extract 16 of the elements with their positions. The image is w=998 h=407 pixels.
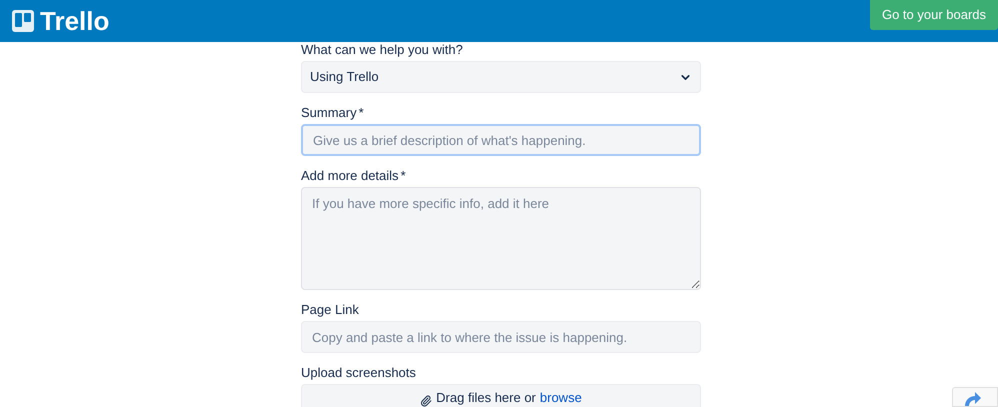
field-label: Summary: [301, 105, 357, 120]
field-label: What can we help you with?: [301, 42, 463, 57]
field-label: Page Link: [301, 302, 359, 317]
text-field[interactable]: Give us a brief description of what's happening.: [301, 124, 701, 156]
required-asterisk: *: [400, 168, 406, 183]
file-drop-zone[interactable]: Drag files here or browse: [301, 384, 701, 407]
browse-link[interactable]: browse: [540, 388, 582, 407]
help-topic-select[interactable]: Using Trello: [301, 61, 701, 93]
details-textarea[interactable]: If you have more specific info, add it here: [301, 187, 701, 290]
logo-text: Trello: [40, 8, 110, 34]
field-label: Upload screenshots: [301, 365, 416, 380]
board-logo-icon: [12, 10, 34, 32]
field-label: Add more details: [301, 168, 399, 183]
drop-text: Drag files here or: [436, 388, 536, 407]
required-asterisk: *: [358, 105, 364, 120]
paperclip-icon: [420, 395, 432, 407]
